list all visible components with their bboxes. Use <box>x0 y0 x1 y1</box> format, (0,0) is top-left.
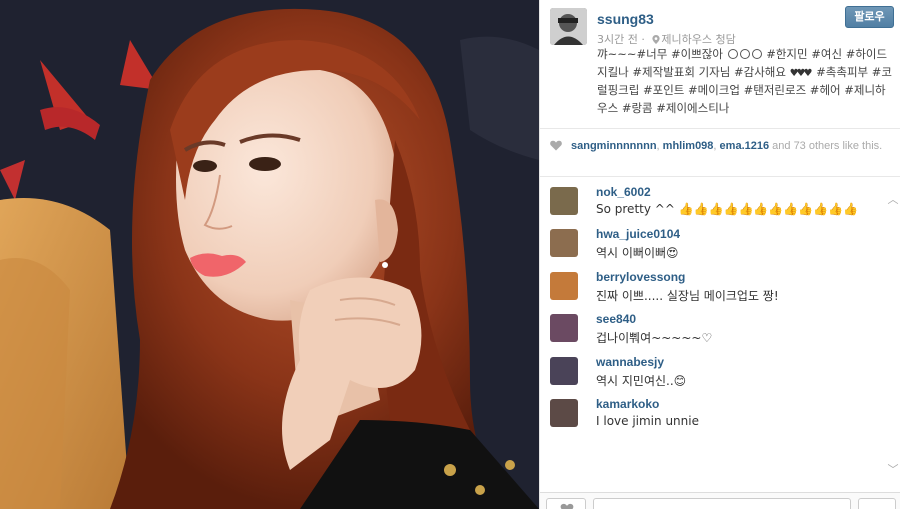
commenter-avatar[interactable] <box>550 187 578 215</box>
post-caption: 꺄~~~#너무 #이쁘잖아 #한지민 #여신 #하이드지킬나 #제작발표회 기자… <box>597 46 893 117</box>
post-location[interactable]: 제니하우스 청담 <box>661 33 735 46</box>
comment-item: kamarkoko I love jimin unnie <box>550 395 880 431</box>
divider <box>540 128 900 129</box>
post-meta: 3시간 전 · 제니하우스 청담 <box>597 31 736 47</box>
hearts-emoji-icon: ♥♥♥ <box>789 67 813 79</box>
post-side-panel: ssung83 팔로우 3시간 전 · 제니하우스 청담 꺄~~~#너무 #이쁘… <box>539 0 900 509</box>
scroll-up-chevron-icon[interactable]: ︿ <box>887 195 899 206</box>
commenter-username[interactable]: kamarkoko <box>596 397 659 411</box>
comments-list[interactable]: ︿ nok_6002 So pretty ^^ 👍👍👍👍👍👍👍👍👍👍👍👍 hwa… <box>540 177 900 491</box>
caption-part-1: 꺄~~~#너무 #이쁘잖아 <box>597 47 727 61</box>
owner-avatar[interactable] <box>550 8 587 45</box>
likes-summary: sangminnnnnnn, mhlim098, ema.1216 and 73… <box>550 139 895 153</box>
liker-username[interactable]: sangminnnnnnn <box>571 140 657 152</box>
comment-text: 겁나이뿨여~~~~~♡ <box>596 331 713 345</box>
meta-separator: · <box>641 33 645 46</box>
scroll-down-chevron-icon[interactable]: ﹀ <box>887 465 899 476</box>
location-pin-icon <box>652 35 660 44</box>
comment-item: nok_6002 So pretty ^^ 👍👍👍👍👍👍👍👍👍👍👍👍 <box>550 183 880 219</box>
commenter-avatar[interactable] <box>550 229 578 257</box>
comment-text: 역시 지민여신..😊 <box>596 374 687 388</box>
heart-icon <box>560 503 574 509</box>
comment-item: see840 겁나이뿨여~~~~~♡ <box>550 310 880 346</box>
comment-text: I love jimin unnie <box>596 414 699 428</box>
likes-others-count[interactable]: 73 others like this. <box>794 140 883 152</box>
post-photo-illustration <box>0 0 539 509</box>
comment-text: 진짜 이쁘..... 실장님 메이크업도 짱! <box>596 289 779 303</box>
commenter-avatar[interactable] <box>550 399 578 427</box>
smiley-emoji-icon <box>739 49 750 59</box>
commenter-avatar[interactable] <box>550 357 578 385</box>
comment-item: berrylovessong 진짜 이쁘..... 실장님 메이크업도 짱! <box>550 268 880 304</box>
comment-item: wannabesjy 역시 지민여신..😊 <box>550 353 880 389</box>
heart-icon <box>550 140 562 151</box>
smiley-emoji-icon <box>751 49 762 59</box>
commenter-username[interactable]: hwa_juice0104 <box>596 227 680 241</box>
comment-footer <box>540 492 900 509</box>
post-header: ssung83 팔로우 3시간 전 · 제니하우스 청담 꺄~~~#너무 #이쁘… <box>540 0 900 128</box>
commenter-username[interactable]: see840 <box>596 312 636 326</box>
commenter-avatar[interactable] <box>550 314 578 342</box>
owner-username[interactable]: ssung83 <box>597 11 654 27</box>
comment-input[interactable] <box>593 498 851 509</box>
liker-username[interactable]: mhlim098 <box>663 140 714 152</box>
commenter-username[interactable]: nok_6002 <box>596 185 651 199</box>
post-photo <box>0 0 539 509</box>
more-options-button[interactable] <box>858 498 896 509</box>
commenter-username[interactable]: berrylovessong <box>596 270 685 284</box>
smiley-emoji-icon <box>727 49 738 59</box>
comment-text: 역시 이뻐이뻐😍 <box>596 246 679 260</box>
owner-avatar-image <box>550 8 587 45</box>
post-time: 3시간 전 <box>597 33 638 46</box>
commenter-username[interactable]: wannabesjy <box>596 355 664 369</box>
comment-item: hwa_juice0104 역시 이뻐이뻐😍 <box>550 225 880 261</box>
commenter-avatar[interactable] <box>550 272 578 300</box>
liker-username[interactable]: ema.1216 <box>720 140 770 152</box>
likes-and: and <box>769 140 794 152</box>
comment-text: So pretty ^^ 👍👍👍👍👍👍👍👍👍👍👍👍 <box>596 202 858 216</box>
follow-button[interactable]: 팔로우 <box>845 6 894 28</box>
like-button[interactable] <box>546 498 586 509</box>
